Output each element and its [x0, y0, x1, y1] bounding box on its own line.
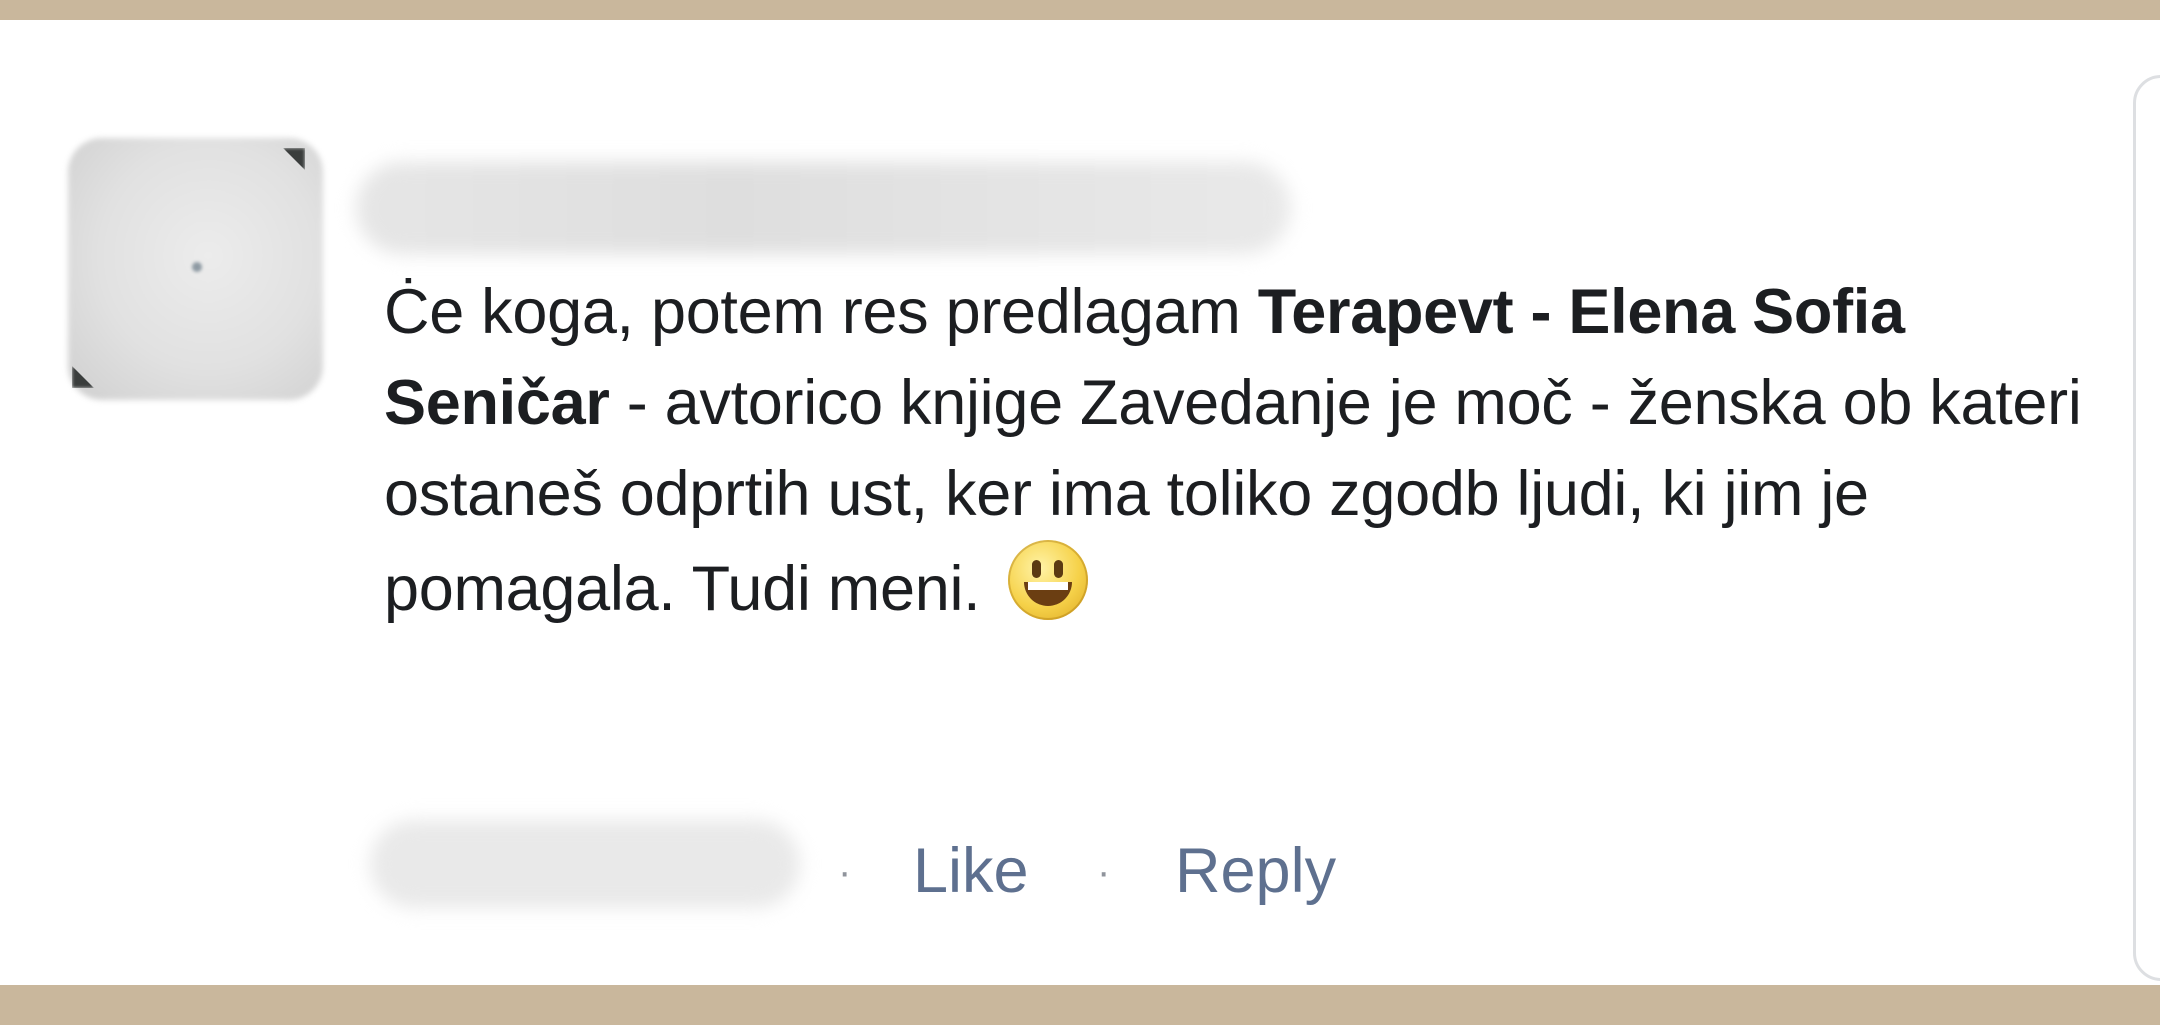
author-name-redacted[interactable] [356, 162, 1291, 254]
footer-separator: · [1097, 850, 1111, 894]
like-button[interactable]: Like [913, 831, 1029, 911]
adjacent-panel-edge [2133, 75, 2160, 981]
footer-separator: · [838, 850, 852, 894]
comment-text-part1: Ċe koga, potem res predlagam [384, 277, 1258, 347]
reply-button[interactable]: Reply [1175, 831, 1336, 911]
comment-card: Ċe koga, potem res predlagam Terapevt - … [0, 20, 2160, 985]
timestamp-redacted [370, 820, 800, 908]
grinning-face-icon [1007, 540, 1088, 620]
comment-body: Ċe koga, potem res predlagam Terapevt - … [384, 267, 2084, 635]
comment-text-part2: - avtorico knjige Zavedanje je moč - žen… [384, 368, 2082, 624]
avatar-dot [192, 262, 202, 272]
